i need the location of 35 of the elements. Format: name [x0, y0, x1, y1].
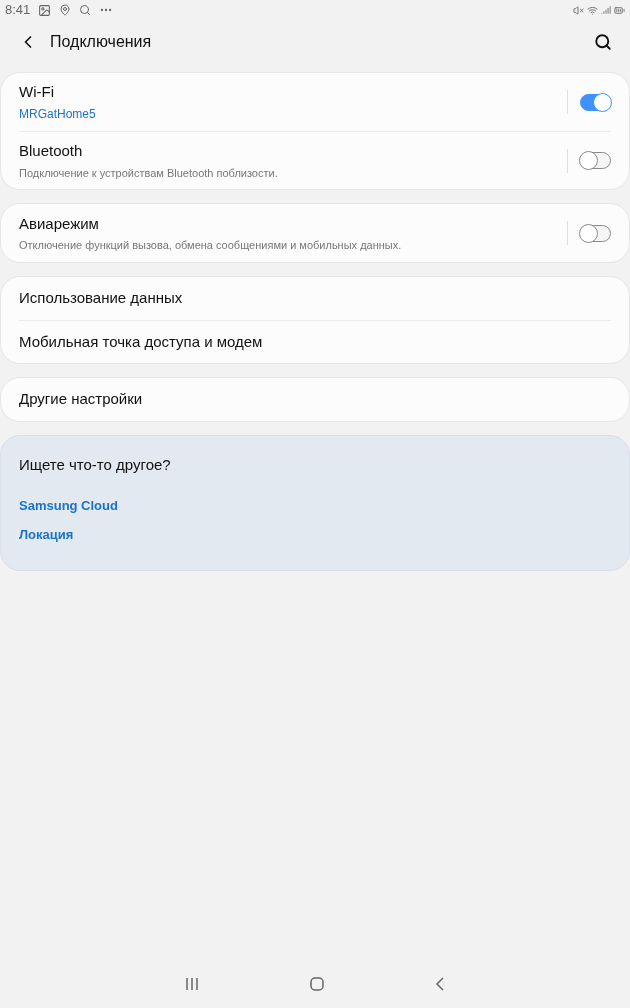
item-title: Использование данных [19, 288, 184, 309]
suggestion-link[interactable]: Локация [19, 520, 611, 550]
item-title: Bluetooth [19, 141, 84, 161]
search-icon [79, 4, 92, 16]
mute-icon [573, 4, 584, 16]
recent-apps-icon[interactable] [185, 977, 200, 991]
item-subtitle: Отключение функций вызова, обмена сообщениями и мобильных данных. [19, 238, 403, 253]
battery-icon [614, 4, 625, 16]
item-subtitle: MRGatHome5 [19, 106, 97, 124]
page-title: Подключения [50, 32, 152, 52]
search-icon [594, 33, 612, 51]
settings-item[interactable]: Wi-Fi MRGatHome5 [19, 73, 611, 131]
signal-icon [601, 5, 611, 15]
status-time: 8:41 [5, 1, 31, 20]
image-icon [38, 3, 52, 17]
settings-item[interactable]: Мобильная точка доступа и модем [19, 320, 611, 363]
item-subtitle: Подключение к устройствам Bluetooth поблизости. [19, 165, 279, 181]
item-title: Авиарежим [19, 213, 100, 234]
wifi-icon [587, 4, 598, 16]
toggle-switch[interactable] [580, 152, 611, 169]
home-icon[interactable] [310, 977, 324, 991]
settings-item[interactable]: Использование данных [19, 277, 611, 320]
toggle-switch[interactable] [580, 93, 611, 111]
settings-item[interactable]: Другие настройки [19, 378, 611, 421]
search-button[interactable] [594, 33, 612, 51]
suggestions-title: Ищете что-то другое? [19, 455, 172, 475]
settings-item[interactable]: Bluetooth Подключение к устройствам Bluetooth поблизости. [19, 131, 611, 189]
suggestion-link[interactable]: Samsung Cloud [19, 490, 611, 520]
settings-item[interactable]: Авиарежим Отключение функций вызова, обмена сообщениями и мобильных данных. [19, 204, 611, 262]
location-pin-icon [59, 4, 72, 16]
item-title: Wi-Fi [19, 81, 55, 102]
item-title: Другие настройки [19, 389, 144, 410]
item-title: Мобильная точка доступа и модем [19, 331, 264, 352]
back-icon[interactable] [434, 977, 445, 991]
toggle-switch[interactable] [580, 224, 611, 242]
